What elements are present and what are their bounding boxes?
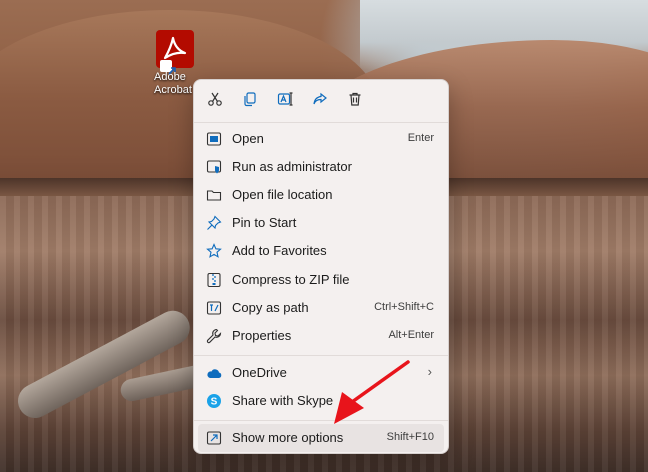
- context-menu: Open Enter Run as administrator Open fil…: [193, 79, 449, 454]
- menu-separator: [194, 355, 448, 356]
- copy-button[interactable]: [236, 89, 264, 113]
- path-icon: [206, 300, 222, 316]
- cut-icon: [207, 91, 223, 112]
- more-options-icon: [206, 430, 222, 446]
- menu-item-label: OneDrive: [232, 365, 287, 380]
- shield-icon: [206, 159, 222, 175]
- menu-item-properties[interactable]: Properties Alt+Enter: [198, 322, 444, 350]
- copy-icon: [242, 91, 258, 112]
- menu-item-label: Properties: [232, 328, 292, 343]
- menu-item-shortcut: Shift+F10: [386, 431, 434, 443]
- share-icon: [312, 91, 328, 112]
- menu-item-pin-to-start[interactable]: Pin to Start: [198, 209, 444, 237]
- zip-icon: [206, 272, 222, 288]
- rename-icon: [277, 91, 293, 112]
- folder-icon: [206, 187, 222, 203]
- menu-item-compress-to-zip[interactable]: Compress to ZIP file: [198, 266, 444, 294]
- menu-item-open[interactable]: Open Enter: [198, 125, 444, 153]
- menu-item-label: Pin to Start: [232, 215, 297, 230]
- menu-item-onedrive[interactable]: OneDrive ›: [198, 359, 444, 387]
- chevron-right-icon: ›: [427, 364, 432, 379]
- delete-icon: [347, 91, 363, 112]
- menu-item-label: Share with Skype: [232, 393, 334, 408]
- menu-separator: [194, 420, 448, 421]
- menu-item-label: Compress to ZIP file: [232, 272, 350, 287]
- menu-item-label: Run as administrator: [232, 159, 352, 174]
- context-menu-toolbar: [194, 80, 448, 122]
- pin-icon: [206, 215, 222, 231]
- menu-item-label: Add to Favorites: [232, 243, 327, 258]
- menu-item-label: Open file location: [232, 187, 333, 202]
- wrench-icon: [206, 328, 222, 344]
- menu-item-shortcut: Enter: [407, 132, 434, 144]
- star-icon: [206, 243, 222, 259]
- menu-item-copy-as-path[interactable]: Copy as path Ctrl+Shift+C: [198, 294, 444, 322]
- menu-item-shortcut: Alt+Enter: [388, 329, 434, 341]
- cut-button[interactable]: [201, 89, 229, 113]
- open-icon: [206, 131, 222, 147]
- cloud-icon: [206, 365, 222, 381]
- menu-item-label: Show more options: [232, 430, 344, 445]
- acrobat-icon: [156, 30, 194, 75]
- menu-item-shortcut: Ctrl+Shift+C: [374, 301, 434, 313]
- menu-item-share-with-skype[interactable]: S Share with Skype: [198, 387, 444, 415]
- menu-item-open-file-location[interactable]: Open file location: [198, 181, 444, 209]
- share-button[interactable]: [306, 89, 334, 113]
- menu-item-run-as-administrator[interactable]: Run as administrator: [198, 153, 444, 181]
- svg-text:S: S: [211, 397, 218, 408]
- menu-item-label: Open: [232, 131, 264, 146]
- toolbar-separator: [194, 122, 448, 123]
- menu-item-label: Copy as path: [232, 300, 309, 315]
- menu-item-show-more-options[interactable]: Show more options Shift+F10: [198, 424, 444, 452]
- menu-item-add-to-favorites[interactable]: Add to Favorites: [198, 237, 444, 265]
- delete-button[interactable]: [341, 89, 369, 113]
- skype-icon: S: [206, 393, 222, 409]
- shortcut-arrow-icon: [160, 60, 176, 75]
- rename-button[interactable]: [271, 89, 299, 113]
